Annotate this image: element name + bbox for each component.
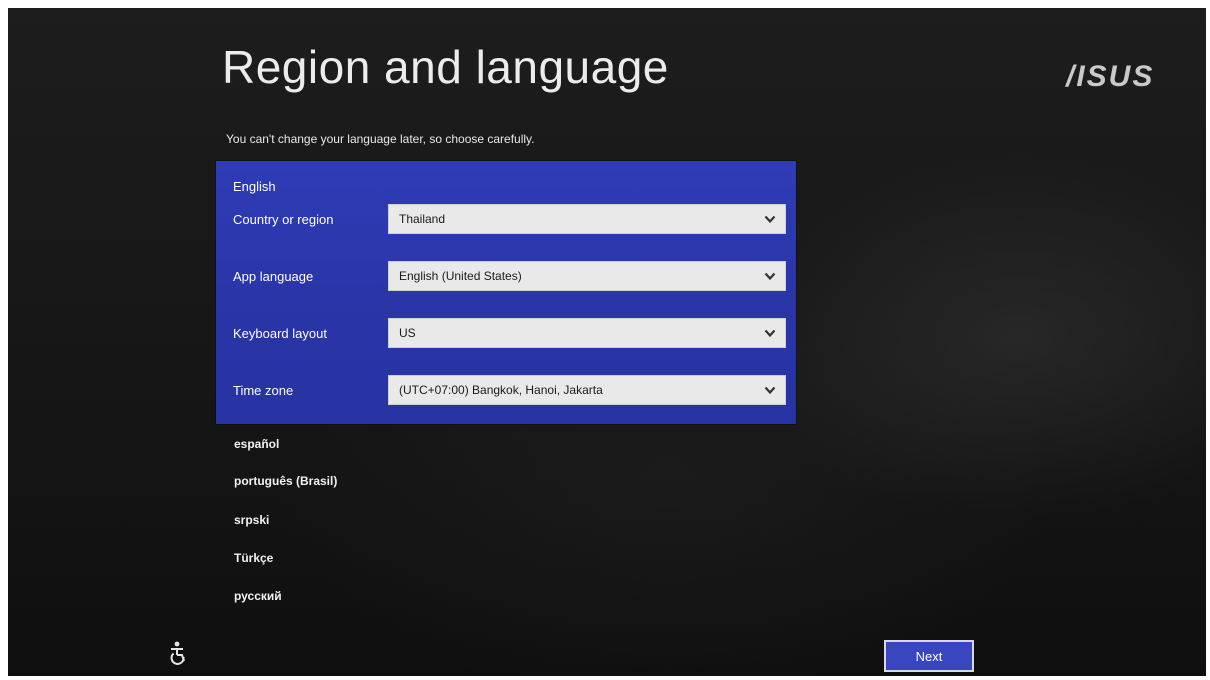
chevron-down-icon <box>764 386 776 395</box>
country-region-dropdown[interactable]: Thailand <box>388 204 786 234</box>
keyboard-layout-row: Keyboard layout US <box>216 318 796 350</box>
chevron-down-icon <box>764 215 776 224</box>
keyboard-layout-label: Keyboard layout <box>233 326 327 341</box>
page-title: Region and language <box>222 41 669 93</box>
chevron-down-icon <box>764 272 776 281</box>
language-item-portugues-brasil[interactable]: português (Brasil) <box>234 474 337 488</box>
country-region-value: Thailand <box>399 212 446 226</box>
time-zone-dropdown[interactable]: (UTC+07:00) Bangkok, Hanoi, Jakarta <box>388 375 786 405</box>
app-language-label: App language <box>233 269 314 284</box>
time-zone-row: Time zone (UTC+07:00) Bangkok, Hanoi, Ja… <box>216 375 796 407</box>
country-region-row: Country or region Thailand <box>216 204 796 236</box>
selected-language-panel[interactable]: English Country or region Thailand App l… <box>216 161 796 424</box>
keyboard-layout-value: US <box>399 326 416 340</box>
country-region-label: Country or region <box>233 212 334 227</box>
language-item-russkiy[interactable]: русский <box>234 589 282 603</box>
next-button[interactable]: Next <box>884 640 974 672</box>
app-language-row: App language English (United States) <box>216 261 796 293</box>
language-item-srpski[interactable]: srpski <box>234 513 269 527</box>
language-item-espanol[interactable]: español <box>234 437 279 451</box>
ease-of-access-icon[interactable] <box>164 640 190 666</box>
time-zone-label: Time zone <box>233 383 294 398</box>
chevron-down-icon <box>764 329 776 338</box>
app-language-value: English (United States) <box>399 269 522 283</box>
language-item-turkce[interactable]: Türkçe <box>234 551 273 565</box>
keyboard-layout-dropdown[interactable]: US <box>388 318 786 348</box>
setup-screen: Region and language /ISUS You can't chan… <box>8 8 1206 676</box>
selected-language-name: English <box>233 179 276 194</box>
subtitle: You can't change your language later, so… <box>226 132 535 146</box>
app-language-dropdown[interactable]: English (United States) <box>388 261 786 291</box>
brand-logo: /ISUS <box>1066 60 1155 93</box>
time-zone-value: (UTC+07:00) Bangkok, Hanoi, Jakarta <box>399 383 603 397</box>
